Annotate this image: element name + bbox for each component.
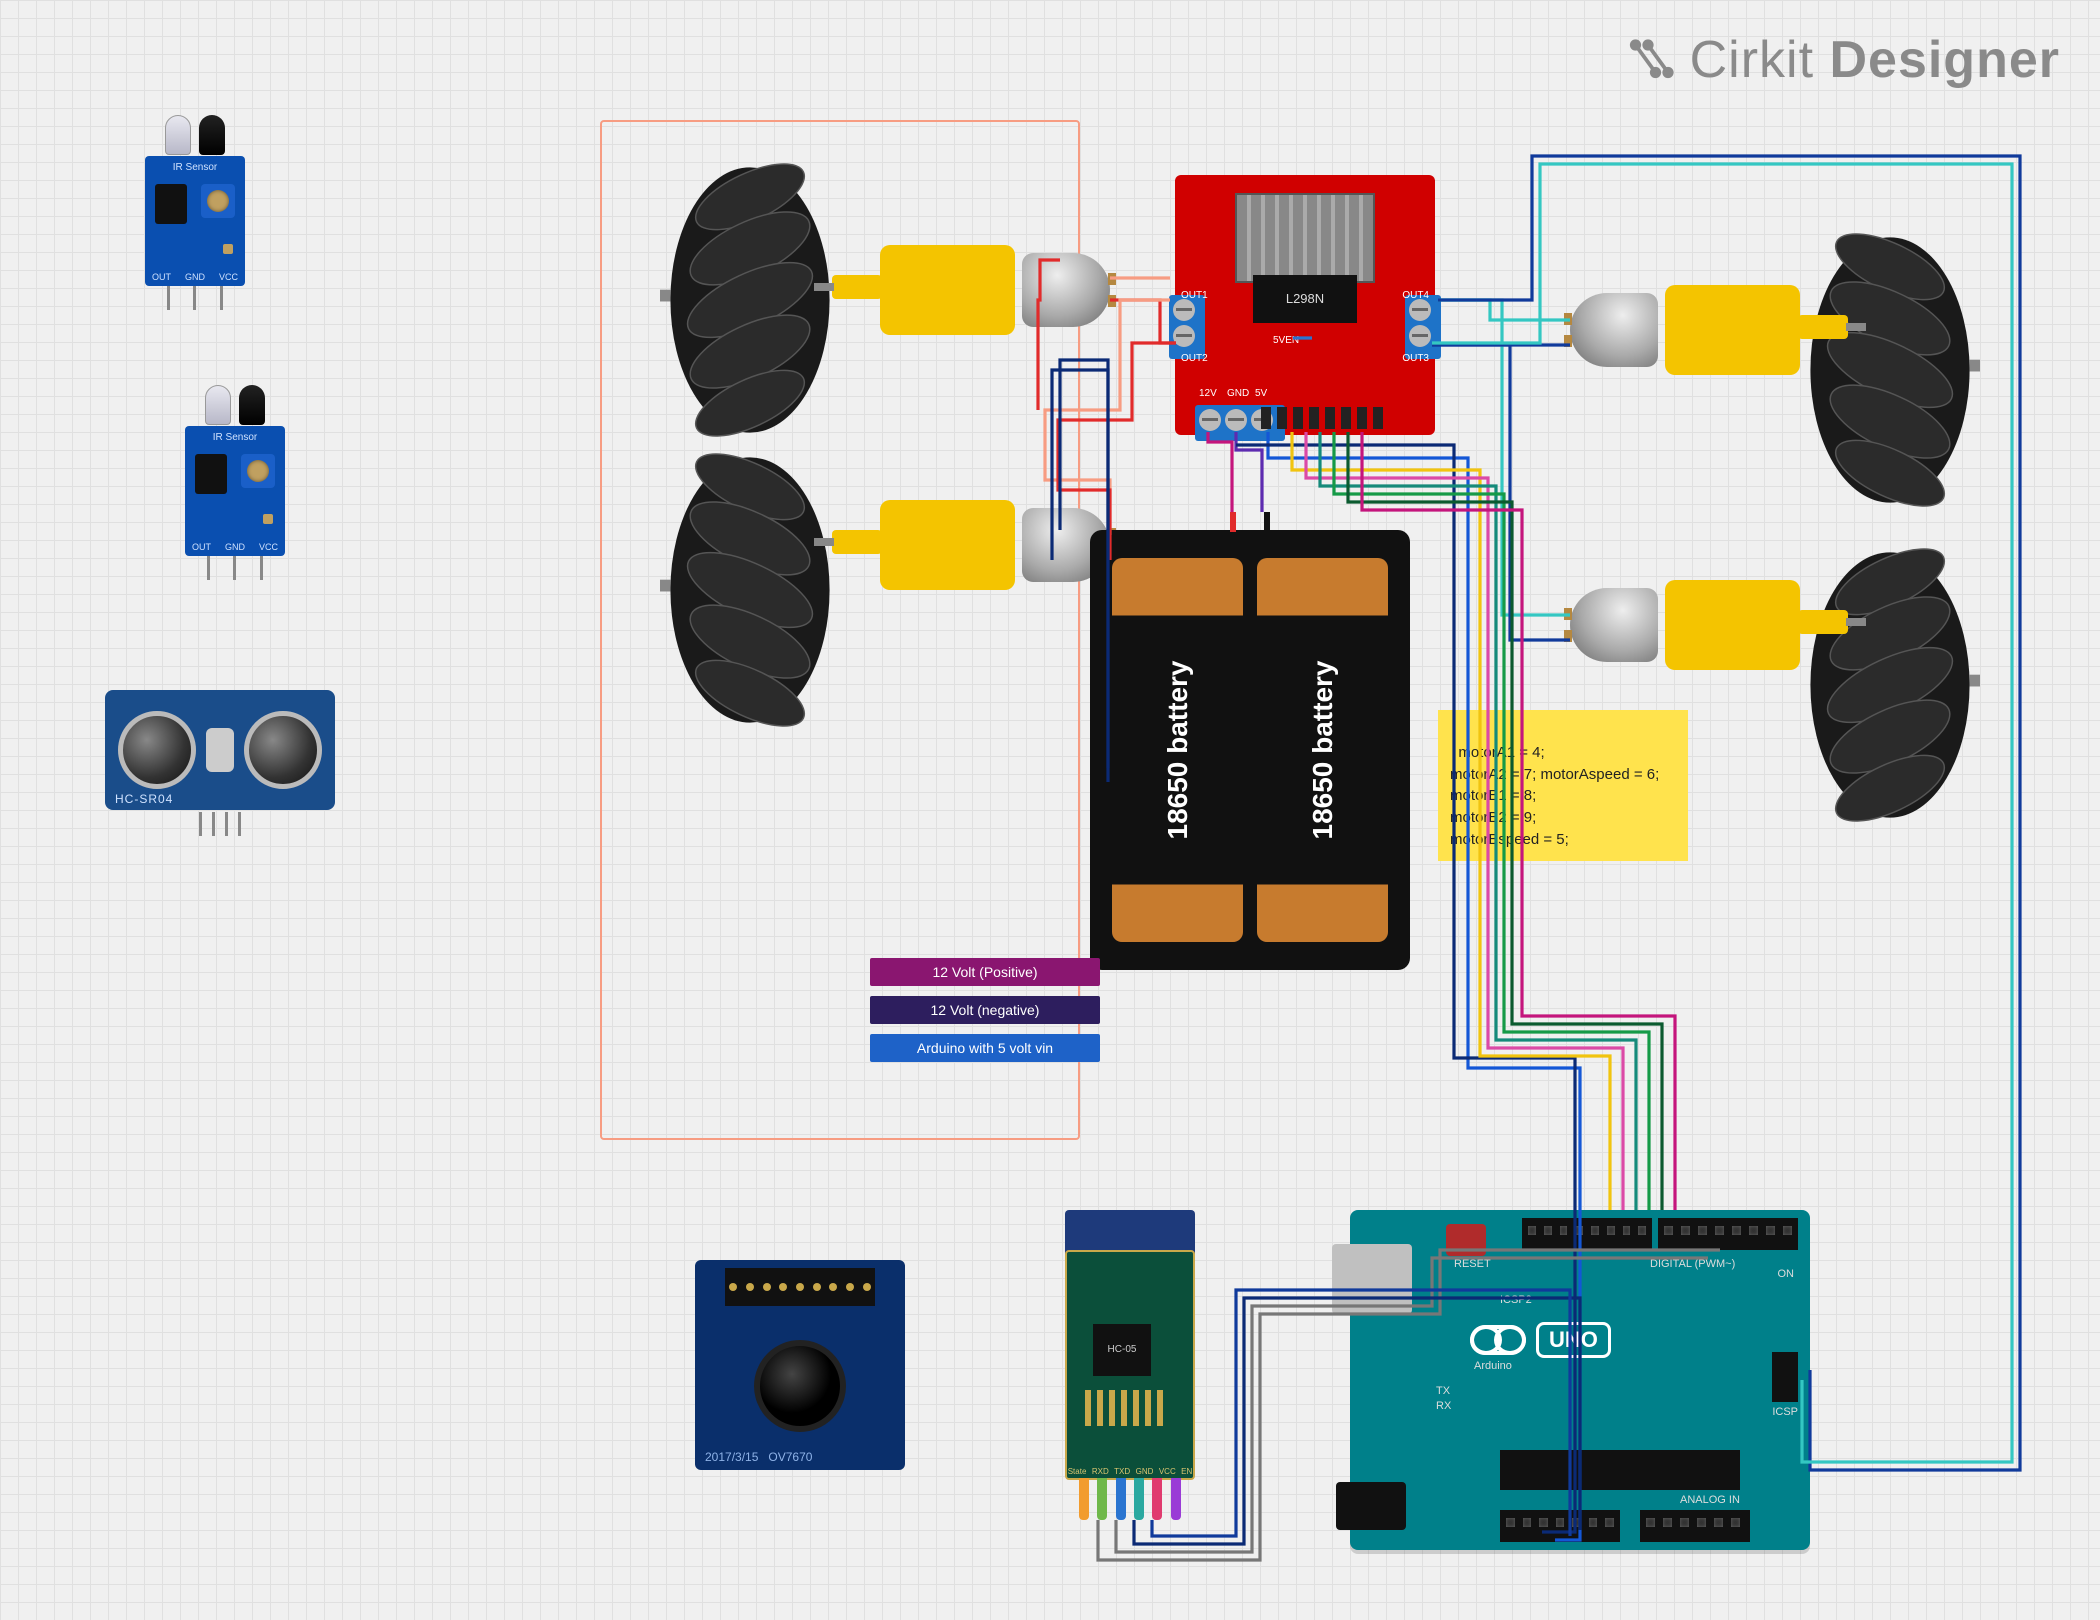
- note-text: motorA1 = 4; motorA2 = 7; motorAspeed = …: [1450, 744, 1659, 848]
- hcsr04-ultrasonic[interactable]: HC-SR04: [105, 690, 335, 836]
- l298n-out2-label: OUT2: [1181, 353, 1208, 364]
- hc05-chip-label: HC-05: [1093, 1324, 1151, 1376]
- on-label: ON: [1778, 1268, 1795, 1280]
- analog-label: ANALOG IN: [1680, 1494, 1740, 1506]
- rx-led-label: RX: [1436, 1400, 1451, 1412]
- digital-label: DIGITAL (PWM~): [1650, 1258, 1735, 1270]
- brand-name-bold: Designer: [1829, 31, 2060, 89]
- ir-sensor-title: IR Sensor: [185, 432, 285, 443]
- ir-pot-icon: [241, 454, 275, 488]
- hc05-pin-label: State: [1068, 1467, 1087, 1476]
- dc-motor-fr[interactable]: [1570, 275, 1800, 385]
- hc05-pin-header: [1075, 1478, 1185, 1520]
- ov7670-date: 2017/3/15: [705, 1450, 758, 1464]
- note-pill-12v-pos[interactable]: 12 Volt (Positive): [870, 958, 1100, 986]
- note-pill-arduino-vin[interactable]: Arduino with 5 volt vin: [870, 1034, 1100, 1062]
- battery-neg-lead: [1264, 512, 1270, 532]
- l298n-5v-label: 5V: [1255, 388, 1267, 399]
- sonar-receiver-icon: [244, 711, 322, 789]
- l298n-gnd-label: GND: [1227, 388, 1249, 399]
- battery-pos-lead: [1230, 512, 1236, 532]
- heatsink-icon: [1235, 193, 1375, 283]
- l298n-out1-label: OUT1: [1181, 290, 1208, 301]
- battery-cell-label: 18650 battery: [1307, 660, 1339, 839]
- reset-button[interactable]: [1446, 1224, 1486, 1256]
- ir-pin-label: GND: [185, 272, 205, 282]
- ir-sensor-title: IR Sensor: [145, 162, 245, 173]
- icsp-header: [1772, 1352, 1798, 1402]
- tx-led-label: TX: [1436, 1385, 1450, 1397]
- ir-pot-icon: [201, 184, 235, 218]
- uno-label: UNO: [1536, 1322, 1611, 1358]
- camera-lens-icon: [754, 1340, 846, 1432]
- ir-pin-label: OUT: [192, 542, 211, 552]
- ir-led-clear-icon: [165, 115, 191, 155]
- icsp2-label: ICSP2: [1500, 1294, 1532, 1306]
- ir-sensor-2[interactable]: IR Sensor OUT GND VCC: [175, 385, 295, 580]
- battery-cell-label: 18650 battery: [1162, 660, 1194, 839]
- note-motor-pins[interactable]: motorA1 = 4; motorA2 = 7; motorAspeed = …: [1438, 710, 1688, 861]
- reset-label: RESET: [1454, 1258, 1491, 1270]
- l298n-5ven-label: 5VEN: [1273, 335, 1299, 346]
- sonar-transmitter-icon: [118, 711, 196, 789]
- arduino-uno[interactable]: RESET DIGITAL (PWM~) ICSP2 ON UNO Arduin…: [1350, 1210, 1810, 1550]
- l298n-chip-label: L298N: [1253, 275, 1357, 323]
- dc-motor-rr[interactable]: [1570, 570, 1800, 680]
- ov7670-model: OV7670: [768, 1450, 812, 1464]
- crystal-icon: [206, 728, 234, 772]
- hc05-pin-label: GND: [1136, 1467, 1154, 1476]
- brand-icon: [1628, 35, 1678, 85]
- l298n-driver[interactable]: L298N OUT1 OUT2 OUT4 OUT3 5VEN 12V GND 5…: [1175, 175, 1435, 435]
- usb-port-icon: [1332, 1244, 1412, 1314]
- ir-pin-label: VCC: [259, 542, 278, 552]
- hc05-pin-label: RXD: [1092, 1467, 1109, 1476]
- dc-motor-fl[interactable]: [880, 235, 1110, 345]
- ir-chip-icon: [195, 454, 227, 494]
- ir-chip-icon: [155, 184, 187, 224]
- arduino-logo-icon: [1470, 1325, 1526, 1355]
- ir-pin-label: GND: [225, 542, 245, 552]
- barrel-jack-icon: [1336, 1482, 1406, 1530]
- ir-pin-label: OUT: [152, 272, 171, 282]
- arduino-name: Arduino: [1474, 1360, 1512, 1372]
- dc-motor-rl[interactable]: [880, 490, 1110, 600]
- l298n-out4-label: OUT4: [1402, 290, 1429, 301]
- mecanum-wheel-rl[interactable]: [660, 450, 840, 730]
- brand-watermark: Cirkit Designer: [1628, 30, 2060, 90]
- ir-led-clear-icon: [205, 385, 231, 425]
- hc05-pin-label: TXD: [1114, 1467, 1130, 1476]
- mecanum-wheel-fl[interactable]: [660, 160, 840, 440]
- hc05-pin-label: VCC: [1159, 1467, 1176, 1476]
- ir-led-black-icon: [199, 115, 225, 155]
- battery-holder-18650[interactable]: 18650 battery 18650 battery: [1090, 530, 1410, 970]
- ir-led-black-icon: [239, 385, 265, 425]
- hc05-bluetooth[interactable]: HC-05 State RXD TXD GND VCC EN: [1065, 1210, 1195, 1520]
- mecanum-wheel-rr[interactable]: [1800, 545, 1980, 825]
- note-pill-12v-neg[interactable]: 12 Volt (negative): [870, 996, 1100, 1024]
- mecanum-wheel-fr[interactable]: [1800, 230, 1980, 510]
- hc05-pin-label: EN: [1181, 1467, 1192, 1476]
- atmega-chip-icon: [1500, 1450, 1740, 1490]
- antenna-icon: [1085, 1390, 1165, 1426]
- ir-pin-label: VCC: [219, 272, 238, 282]
- hcsr04-label: HC-SR04: [115, 792, 173, 806]
- l298n-12v-label: 12V: [1199, 388, 1217, 399]
- icsp-label: ICSP: [1772, 1406, 1798, 1418]
- brand-name-light: Cirkit: [1690, 31, 1814, 89]
- ov7670-camera[interactable]: 2017/3/15 OV7670: [695, 1260, 905, 1500]
- ir-sensor-1[interactable]: IR Sensor OUT GND VCC: [135, 115, 255, 310]
- l298n-out3-label: OUT3: [1402, 353, 1429, 364]
